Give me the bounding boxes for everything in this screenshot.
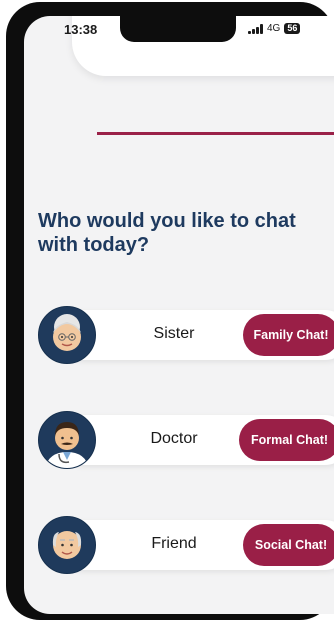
phone-notch	[120, 16, 236, 42]
contact-name: Doctor	[150, 430, 198, 447]
header-divider	[97, 132, 334, 135]
contact-row-friend: Friend Social Chat!	[38, 516, 334, 574]
app-screen: 13:38 4G 56 Who would you like to chat w…	[24, 16, 334, 614]
network-label: 4G	[267, 23, 281, 34]
contact-name: Sister	[153, 325, 195, 342]
grandmother-emoji-icon	[38, 306, 96, 364]
status-indicators: 4G 56	[248, 23, 301, 34]
phone-frame: 13:38 4G 56 Who would you like to chat w…	[6, 2, 334, 620]
social-chat-button[interactable]: Social Chat!	[243, 524, 334, 566]
battery-icon: 56	[284, 23, 301, 34]
older-man-emoji-icon	[38, 516, 96, 574]
family-chat-button[interactable]: Family Chat!	[243, 314, 334, 356]
contact-row-doctor: Doctor Formal Chat!	[38, 411, 334, 469]
contact-name: Friend	[151, 535, 197, 552]
page-title: Who would you like to chat with today?	[38, 210, 296, 256]
formal-chat-button[interactable]: Formal Chat!	[239, 419, 334, 461]
man-doctor-emoji-icon	[38, 411, 96, 469]
status-time: 13:38	[64, 22, 98, 37]
signal-icon	[248, 23, 263, 34]
contact-row-sister: Sister Family Chat!	[38, 306, 334, 364]
